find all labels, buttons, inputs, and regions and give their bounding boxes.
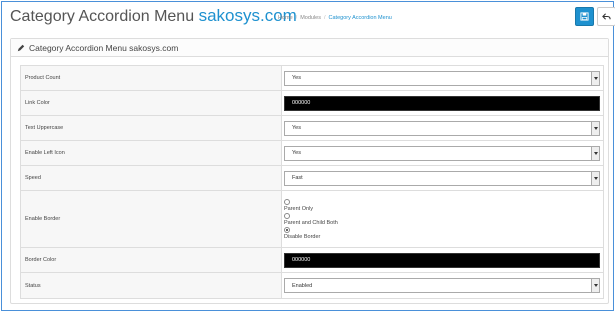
enable-border-radio-group: Parent Only Parent and Child Both Disabl…	[284, 197, 338, 241]
pencil-icon	[17, 44, 25, 51]
form-row-link-color: Link Color 000000	[21, 91, 603, 116]
window-frame: Category Accordion Menu sakosys.com Home…	[1, 1, 615, 311]
settings-form: Product Count Yes Link Color 000000 Text…	[20, 65, 604, 299]
speed-label: Speed	[21, 166, 282, 190]
chevron-down-icon	[591, 146, 599, 160]
radio-button-selected[interactable]	[284, 227, 290, 233]
speed-select[interactable]: Fast	[284, 170, 600, 186]
radio-button[interactable]	[284, 199, 290, 205]
radio-label: Parent and Child Both	[284, 220, 338, 226]
form-row-enable-left-icon: Enable Left Icon Yes	[21, 141, 603, 166]
page-header: Category Accordion Menu sakosys.com Home…	[10, 6, 615, 32]
breadcrumb-separator: /	[295, 15, 298, 21]
radio-option-parent-and-child[interactable]: Parent and Child Both	[284, 213, 338, 226]
link-color-label: Link Color	[21, 91, 282, 115]
radio-label: Disable Border	[284, 234, 321, 240]
enable-border-field: Parent Only Parent and Child Both Disabl…	[282, 191, 603, 247]
status-value: Enabled	[292, 282, 313, 289]
text-uppercase-select[interactable]: Yes	[284, 120, 600, 136]
product-count-field: Yes	[282, 66, 603, 90]
status-select[interactable]: Enabled	[284, 278, 600, 293]
form-row-status: Status Enabled	[21, 273, 603, 298]
form-row-enable-border: Enable Border Parent Only Parent and Chi…	[21, 191, 603, 248]
page-title-main: Category Accordion Menu	[10, 8, 195, 25]
text-uppercase-field: Yes	[282, 116, 603, 140]
form-row-speed: Speed Fast	[21, 166, 603, 191]
breadcrumb-current[interactable]: Category Accordion Menu	[329, 15, 392, 21]
radio-label: Parent Only	[284, 206, 314, 212]
border-color-label: Border Color	[21, 248, 282, 272]
status-field: Enabled	[282, 273, 603, 298]
breadcrumb-modules[interactable]: Modules	[300, 15, 321, 21]
panel-title: Category Accordion Menu sakosys.com	[29, 42, 179, 53]
product-count-value: Yes	[292, 75, 301, 81]
radio-button[interactable]	[284, 213, 290, 219]
reply-icon	[602, 13, 611, 20]
radio-option-parent-only[interactable]: Parent Only	[284, 199, 338, 212]
breadcrumb-separator: /	[324, 15, 326, 21]
breadcrumb-home[interactable]: Home	[278, 15, 293, 21]
text-uppercase-label: Text Uppercase	[21, 116, 282, 140]
border-color-input[interactable]: 000000	[284, 252, 600, 268]
form-row-border-color: Border Color 000000	[21, 248, 603, 273]
chevron-down-icon	[591, 121, 599, 135]
product-count-select[interactable]: Yes	[284, 70, 600, 86]
speed-value: Fast	[292, 175, 303, 181]
chevron-down-icon	[591, 171, 599, 185]
panel-heading: Category Accordion Menu sakosys.com	[11, 39, 608, 57]
settings-panel: Category Accordion Menu sakosys.com Prod…	[10, 38, 609, 304]
save-button[interactable]	[575, 7, 594, 26]
link-color-field: 000000	[282, 91, 603, 115]
enable-left-icon-field: Yes	[282, 141, 603, 165]
page-title: Category Accordion Menu sakosys.com	[10, 6, 297, 26]
product-count-label: Product Count	[21, 66, 282, 90]
enable-left-icon-select[interactable]: Yes	[284, 145, 600, 161]
link-color-input[interactable]: 000000	[284, 95, 600, 111]
radio-option-disable-border[interactable]: Disable Border	[284, 227, 338, 240]
back-button[interactable]	[597, 7, 615, 26]
enable-left-icon-value: Yes	[292, 150, 301, 156]
save-icon	[580, 12, 589, 21]
form-row-product-count: Product Count Yes	[21, 66, 603, 91]
chevron-down-icon	[591, 71, 599, 85]
speed-field: Fast	[282, 166, 603, 190]
form-row-text-uppercase: Text Uppercase Yes	[21, 116, 603, 141]
enable-left-icon-label: Enable Left Icon	[21, 141, 282, 165]
text-uppercase-value: Yes	[292, 125, 301, 131]
border-color-field: 000000	[282, 248, 603, 272]
breadcrumb: Home / Modules / Category Accordion Menu	[278, 15, 392, 21]
chevron-down-icon	[591, 279, 599, 292]
status-label: Status	[21, 273, 282, 298]
enable-border-label: Enable Border	[21, 191, 282, 247]
